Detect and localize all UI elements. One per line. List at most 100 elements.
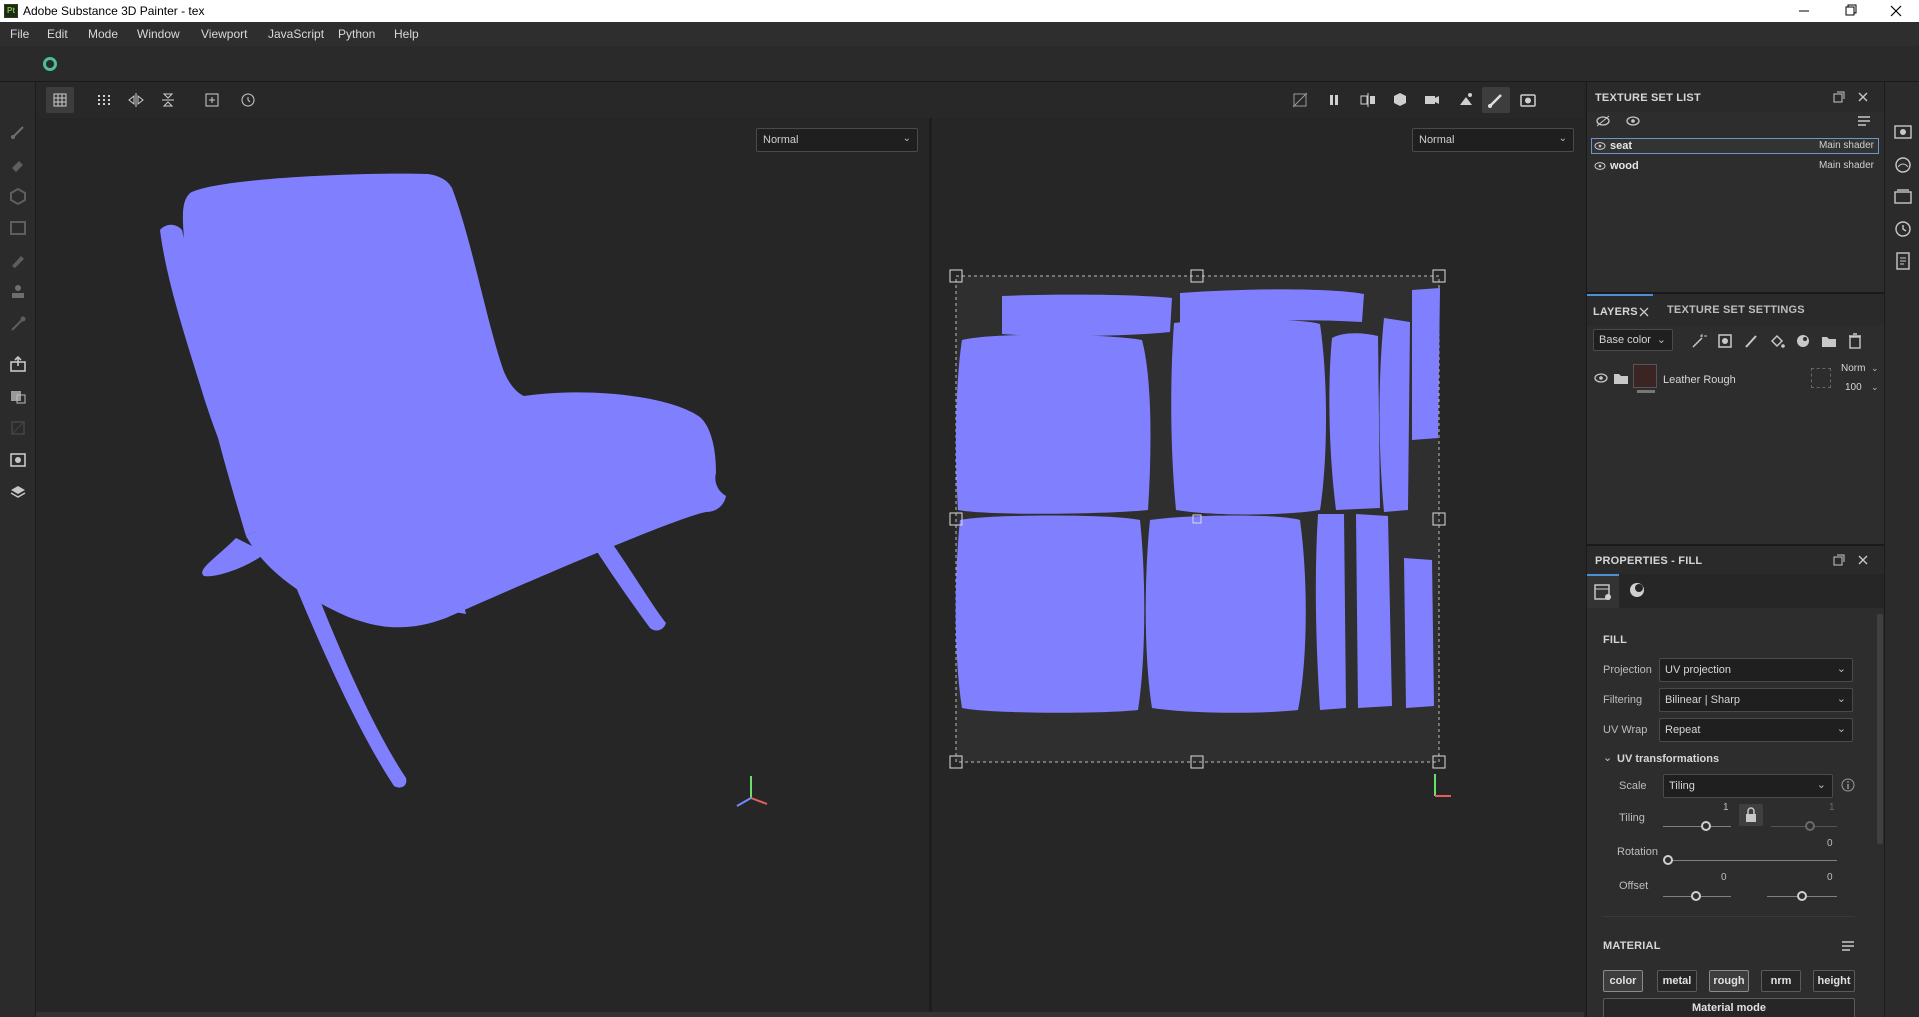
filtering-dropdown[interactable]: Bilinear | Sharp ⌄	[1659, 688, 1853, 712]
texture-set-row[interactable]: wood Main shader	[1591, 158, 1879, 174]
paint-mode-icon[interactable]	[1482, 87, 1510, 113]
close-icon[interactable]	[1857, 554, 1869, 566]
clone-stamp-icon[interactable]	[8, 282, 28, 302]
fill-tab-icon[interactable]	[1587, 574, 1619, 608]
channel-color-button[interactable]: color	[1603, 970, 1643, 992]
uvwrap-dropdown[interactable]: Repeat ⌄	[1659, 718, 1853, 742]
rotation-slider-track[interactable]	[1663, 860, 1837, 861]
layer-row[interactable]: Leather Rough Norm ⌄ 100 ⌄	[1587, 360, 1885, 404]
menu-javascript[interactable]: JavaScript	[268, 27, 324, 41]
float-panel-icon[interactable]	[1833, 91, 1845, 103]
environment-icon[interactable]	[1894, 156, 1912, 174]
hide-ui-icon[interactable]	[1286, 87, 1314, 113]
add-smart-material-icon[interactable]	[1795, 333, 1811, 349]
delete-layer-icon[interactable]	[1847, 333, 1863, 349]
camera-icon[interactable]	[1418, 87, 1446, 113]
menu-help[interactable]: Help	[394, 27, 419, 41]
offset-v-value[interactable]: 0	[1827, 872, 1833, 883]
layer-opacity[interactable]: 100	[1845, 382, 1862, 393]
tiling-v-slider-knob[interactable]	[1805, 821, 1815, 831]
menu-mode[interactable]: Mode	[88, 27, 118, 41]
screenshot-icon[interactable]	[1514, 87, 1542, 113]
eye-icon[interactable]	[1594, 141, 1606, 151]
info-icon[interactable]	[1841, 778, 1855, 792]
close-icon[interactable]	[1857, 91, 1869, 103]
pause-icon[interactable]	[1320, 87, 1348, 113]
menu-python[interactable]: Python	[338, 27, 375, 41]
assets-icon[interactable]	[1894, 188, 1912, 204]
layer-mask-slot[interactable]	[1811, 368, 1831, 388]
add-folder-icon[interactable]	[1821, 333, 1837, 349]
texture-set-shader[interactable]: Main shader	[1819, 160, 1874, 171]
offset-v-slider-knob[interactable]	[1797, 891, 1807, 901]
post-effects-icon[interactable]	[1452, 87, 1480, 113]
minimize-button[interactable]	[1781, 0, 1827, 22]
float-panel-icon[interactable]	[1833, 554, 1845, 566]
paint-brush-icon[interactable]	[8, 122, 28, 142]
rotation-value[interactable]: 0	[1827, 838, 1833, 849]
geometry-mask-icon[interactable]	[8, 218, 28, 238]
scene-icon[interactable]	[8, 450, 28, 470]
tiling-v-value[interactable]: 1	[1829, 802, 1835, 813]
menu-viewport[interactable]: Viewport	[201, 27, 247, 41]
align-icon[interactable]	[154, 87, 182, 113]
chevron-down-icon[interactable]: ⌄	[1871, 382, 1879, 393]
add-effect-icon[interactable]	[1691, 333, 1707, 349]
eye-icon[interactable]	[1594, 161, 1606, 171]
tiling-v-slider-track[interactable]	[1771, 826, 1837, 827]
viewport-2d[interactable]: Normal ⌄	[932, 118, 1584, 1012]
layer-blend-mode[interactable]: Norm	[1841, 363, 1865, 374]
viewport-3d[interactable]: Normal ⌄	[36, 118, 929, 1012]
add-paint-layer-icon[interactable]	[1743, 333, 1759, 349]
symmetry-icon[interactable]	[122, 87, 150, 113]
menu-edit[interactable]: Edit	[47, 27, 68, 41]
menu-window[interactable]: Window	[137, 27, 180, 41]
add-frame-icon[interactable]	[198, 87, 226, 113]
color-picker-icon[interactable]	[8, 314, 28, 334]
history-icon[interactable]	[1894, 220, 1912, 238]
channel-height-button[interactable]: height	[1813, 970, 1855, 992]
offset-u-value[interactable]: 0	[1721, 872, 1727, 883]
layer-name[interactable]: Leather Rough	[1663, 374, 1736, 386]
tiling-u-value[interactable]: 1	[1723, 802, 1729, 813]
channel-dropdown[interactable]: Base color ⌄	[1593, 329, 1673, 351]
history-icon[interactable]	[234, 87, 262, 113]
material-mode-button[interactable]: Material mode	[1603, 998, 1855, 1017]
wireframe-grid-icon[interactable]	[46, 87, 74, 113]
eye-icon[interactable]	[1593, 372, 1609, 384]
list-menu-icon[interactable]	[1857, 114, 1871, 128]
texture-set-row[interactable]: seat Main shader	[1591, 138, 1879, 154]
menu-file[interactable]: File	[10, 27, 29, 41]
tab-layers[interactable]: LAYERS	[1587, 294, 1653, 326]
close-window-button[interactable]	[1873, 0, 1919, 22]
uv-transformations-toggle[interactable]: ⌄ UV transformations	[1603, 750, 1863, 768]
grid-dots-icon[interactable]	[90, 87, 118, 113]
split-view-icon[interactable]	[1354, 87, 1382, 113]
viewer-icon[interactable]	[8, 482, 28, 502]
offset-u-slider-knob[interactable]	[1691, 891, 1701, 901]
rotation-slider-knob[interactable]	[1663, 855, 1673, 865]
restore-button[interactable]	[1827, 0, 1873, 22]
channel-metal-button[interactable]: metal	[1657, 970, 1697, 992]
display-settings-icon[interactable]	[1894, 124, 1912, 140]
channel-rough-button[interactable]: rough	[1709, 970, 1749, 992]
lock-button[interactable]	[1739, 804, 1763, 826]
texture-set-shader[interactable]: Main shader	[1819, 140, 1874, 151]
projection-icon[interactable]	[8, 186, 28, 206]
export-icon[interactable]	[8, 354, 28, 374]
add-mask-icon[interactable]	[1717, 333, 1733, 349]
channel-nrm-button[interactable]: nrm	[1761, 970, 1801, 992]
visibility-toggle-icon[interactable]	[1595, 114, 1611, 128]
eraser-icon[interactable]	[8, 154, 28, 174]
properties-scrollbar[interactable]	[1877, 614, 1883, 844]
bake-icon[interactable]	[8, 386, 28, 406]
projection-dropdown[interactable]: UV projection ⌄	[1659, 658, 1853, 682]
smudge-icon[interactable]	[8, 250, 28, 270]
log-icon[interactable]	[1894, 252, 1912, 270]
eye-icon[interactable]	[1625, 114, 1641, 128]
tiling-u-slider-knob[interactable]	[1701, 821, 1711, 831]
add-fill-layer-icon[interactable]	[1769, 333, 1785, 349]
scale-dropdown[interactable]: Tiling ⌄	[1663, 774, 1833, 798]
material-menu-icon[interactable]	[1841, 940, 1855, 952]
cube-view-icon[interactable]	[1386, 87, 1414, 113]
